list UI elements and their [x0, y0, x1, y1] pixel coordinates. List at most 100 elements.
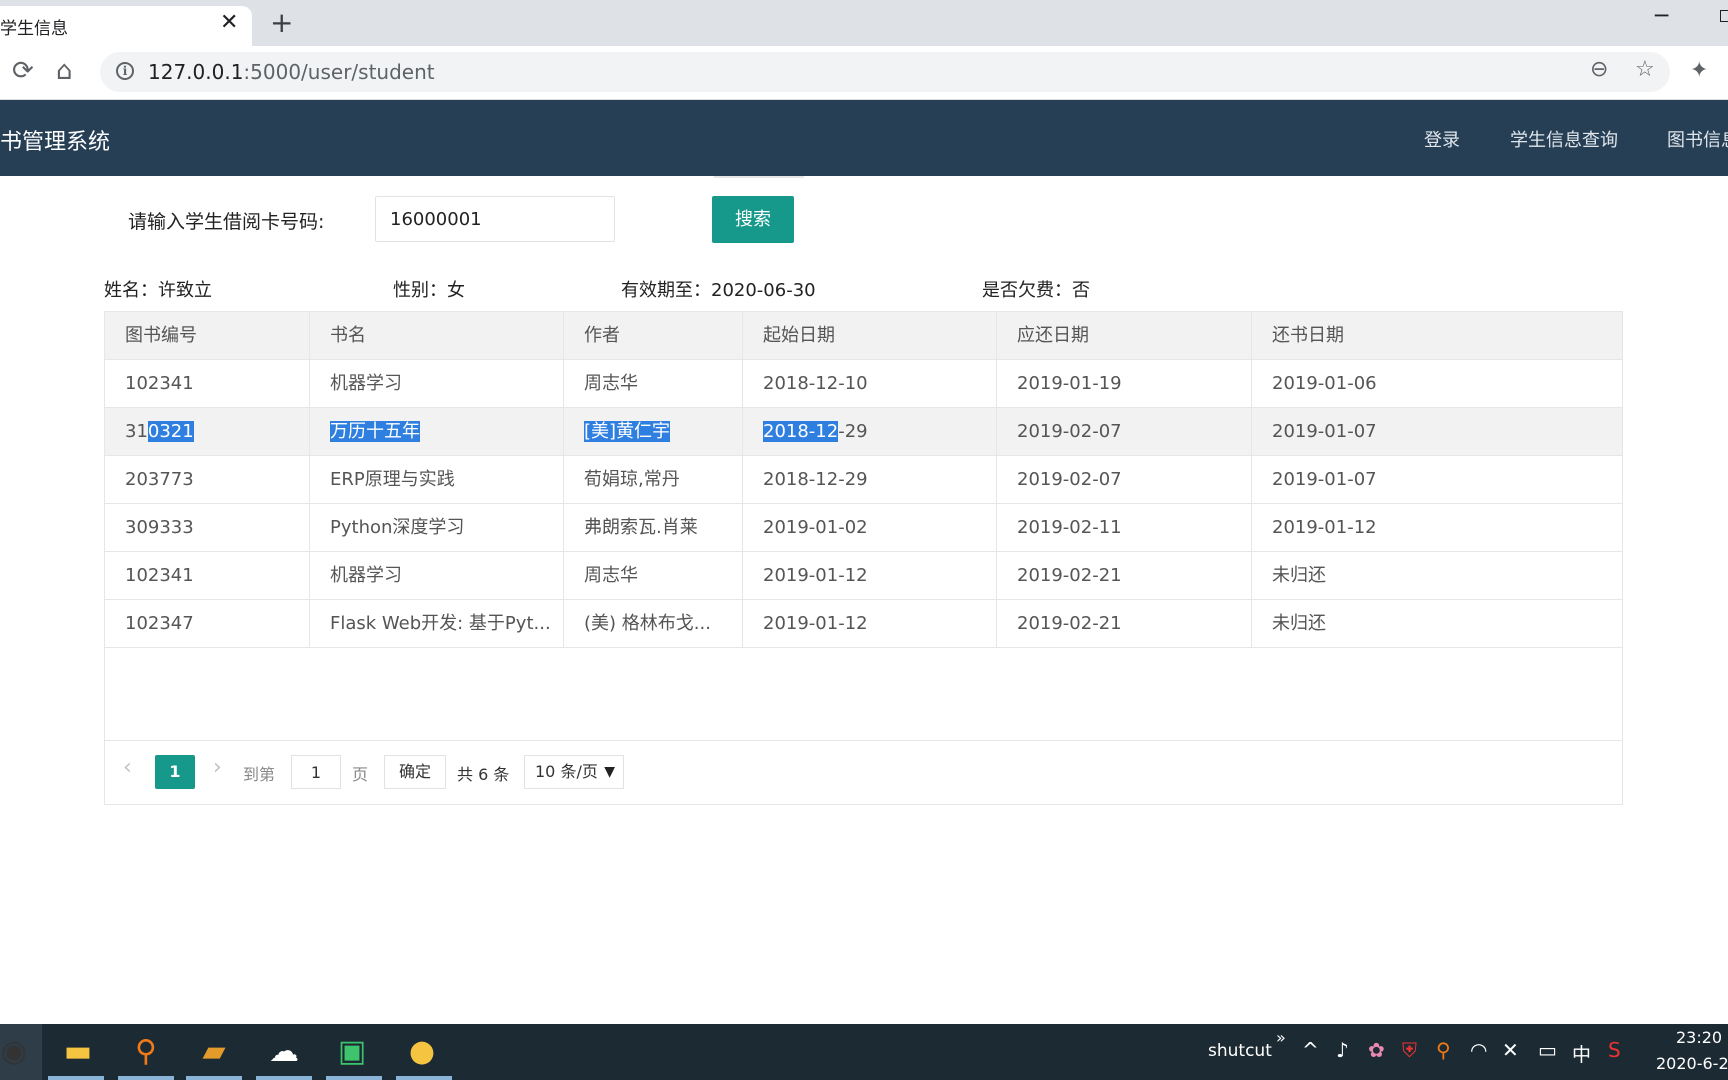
url-text[interactable]: 127.0.0.1:5000/user/student	[148, 60, 435, 84]
file-explorer-icon[interactable]: ▬	[56, 1030, 100, 1074]
messenger-icon[interactable]: ●	[400, 1030, 444, 1074]
borrow-table: 图书编号 书名 作者 起始日期 应还日期 还书日期 102341 机器学习 周志…	[104, 311, 1623, 805]
clock-date[interactable]: 2020-6-2	[1656, 1054, 1728, 1073]
app-brand[interactable]: 书管理系统	[0, 124, 110, 156]
student-name: 姓名：许致立	[104, 280, 212, 301]
ime-indicator[interactable]: 中	[1572, 1040, 1591, 1067]
text-selection: [美]黄仁宇	[584, 421, 671, 442]
prev-page-icon[interactable]: ‹	[123, 755, 132, 780]
cell-book-id: 102341	[105, 360, 310, 407]
zoom-icon[interactable]: ⊖	[1590, 57, 1608, 82]
cell-book-id: 102347	[105, 600, 310, 647]
wechat-icon[interactable]: ☁	[262, 1030, 306, 1074]
cell-start-date: 2019-01-12	[743, 552, 997, 599]
cell-due-date: 2019-02-07	[997, 408, 1252, 455]
table-row[interactable]: 102341 机器学习 周志华 2018-12-10 2019-01-19 20…	[105, 360, 1622, 408]
running-indicator	[186, 1076, 242, 1080]
cell-book-title: 机器学习	[310, 552, 564, 599]
cell-author: (美) 格林布戈...	[564, 600, 743, 647]
search-app-icon[interactable]: ⚲	[124, 1030, 168, 1074]
table-row[interactable]: 203773 ERP原理与实践 荀娟琼,常丹 2018-12-29 2019-0…	[105, 456, 1622, 504]
bookmark-star-icon[interactable]: ☆	[1635, 57, 1655, 82]
address-bar[interactable]: i 127.0.0.1:5000/user/student ⊖ ☆	[100, 52, 1670, 92]
table-row[interactable]: 309333 Python深度学习 弗朗索瓦.肖莱 2019-01-02 201…	[105, 504, 1622, 552]
cell-due-date: 2019-02-07	[997, 456, 1252, 503]
header-due-date[interactable]: 应还日期	[997, 312, 1252, 359]
cell-book-title: 万历十五年	[310, 408, 564, 455]
nav-item-student-query[interactable]: 学生信息查询	[1510, 126, 1618, 152]
battery-icon[interactable]: ▭	[1538, 1038, 1557, 1062]
cell-author: 荀娟琼,常丹	[564, 456, 743, 503]
tray-app-label[interactable]: shutcut	[1208, 1041, 1272, 1061]
cell-book-title: Flask Web开发: 基于Pyt...	[310, 600, 564, 647]
browser-tab[interactable]: 学生信息 ✕	[0, 6, 252, 46]
security-shield-icon[interactable]: ⛨	[1402, 1038, 1417, 1062]
cell-book-id: 309333	[105, 504, 310, 551]
cell-return-date: 2019-01-07	[1272, 469, 1377, 490]
chrome-icon: ◉	[0, 1034, 28, 1069]
text-selection: 0321	[147, 421, 194, 442]
browser-toolbar: ⟳ ⌂ i 127.0.0.1:5000/user/student ⊖ ☆ ✦	[0, 46, 1728, 100]
table-row-highlighted[interactable]: 310321 万历十五年 [美]黄仁宇 2018-12-29 2019-02-0…	[105, 408, 1622, 456]
page-size-select[interactable]: 10 条/页 ▼	[524, 755, 624, 789]
notebook-icon[interactable]: ▰	[192, 1030, 236, 1074]
home-icon[interactable]: ⌂	[56, 56, 73, 86]
cell-author: 弗朗索瓦.肖莱	[564, 504, 743, 551]
student-valid-until: 有效期至：2020-06-30	[621, 280, 816, 301]
chrome-taskbar-button[interactable]: ◉	[0, 1024, 42, 1080]
clock-time[interactable]: 23:20	[1676, 1028, 1722, 1047]
volume-muted-icon[interactable]: ✕	[1502, 1038, 1519, 1062]
chevron-down-icon: ▼	[604, 764, 615, 780]
cell-book-title: Python深度学习	[310, 504, 564, 551]
wifi-icon[interactable]: ◠	[1470, 1038, 1487, 1062]
page-1-button[interactable]: 1	[155, 755, 195, 789]
goto-confirm-button[interactable]: 确定	[384, 755, 446, 789]
cell-due-date: 2019-01-19	[997, 360, 1252, 407]
search-tray-icon[interactable]: ⚲	[1436, 1038, 1451, 1062]
nav-item-book-info[interactable]: 图书信息	[1667, 126, 1728, 152]
pagination: ‹ 1 › 到第 页 确定 共 6 条 10 条/页 ▼	[105, 740, 1622, 804]
cell-return-date: 2019-01-07	[1272, 421, 1377, 442]
restore-window-icon[interactable]	[1720, 10, 1728, 22]
header-book-id[interactable]: 图书编号	[105, 312, 310, 359]
new-tab-button[interactable]: +	[270, 6, 293, 39]
cell-author: 周志华	[564, 360, 743, 407]
reload-icon[interactable]: ⟳	[12, 56, 34, 86]
header-author[interactable]: 作者	[564, 312, 743, 359]
header-book-title[interactable]: 书名	[310, 312, 564, 359]
goto-label: 到第	[243, 765, 276, 784]
running-indicator	[326, 1076, 382, 1080]
cell-book-id: 203773	[105, 456, 310, 503]
text-selection: 万历十五年	[330, 421, 420, 442]
cell-book-title: ERP原理与实践	[310, 456, 564, 503]
nav-item-login[interactable]: 登录	[1424, 126, 1460, 152]
pycharm-icon[interactable]: ▣	[330, 1030, 374, 1074]
tab-title: 学生信息	[0, 19, 68, 39]
cell-due-date: 2019-02-21	[997, 552, 1252, 599]
cell-author: 周志华	[564, 552, 743, 599]
sogou-input-icon[interactable]: S	[1608, 1038, 1621, 1062]
card-number-label: 请输入学生借阅卡号码:	[128, 211, 325, 233]
flower-icon[interactable]: ✿	[1368, 1038, 1385, 1062]
site-info-icon[interactable]: i	[116, 62, 134, 80]
show-hidden-icons-icon[interactable]: ^	[1302, 1038, 1319, 1062]
cell-author: [美]黄仁宇	[564, 408, 743, 455]
search-button[interactable]: 搜索	[712, 196, 794, 243]
extensions-icon[interactable]: ✦	[1690, 58, 1708, 83]
tray-expand-icon[interactable]: »	[1276, 1028, 1286, 1047]
card-number-input[interactable]	[375, 196, 615, 242]
microphone-icon[interactable]: ♪	[1336, 1038, 1349, 1062]
running-indicator	[256, 1076, 312, 1080]
os-taskbar: ◉ ▬ ⚲ ▰ ☁ ▣ ● shutcut » ^ ♪ ✿ ⛨ ⚲ ◠ ✕ ▭ …	[0, 1024, 1728, 1080]
minimize-icon[interactable]: ─	[1655, 4, 1668, 29]
header-start-date[interactable]: 起始日期	[743, 312, 997, 359]
table-row[interactable]: 102347 Flask Web开发: 基于Pyt... (美) 格林布戈...…	[105, 600, 1622, 648]
cell-start-date: 2018-12-10	[743, 360, 997, 407]
next-page-icon[interactable]: ›	[213, 755, 222, 780]
header-return-date[interactable]: 还书日期	[1252, 312, 1622, 359]
student-arrears: 是否欠费：否	[982, 280, 1090, 301]
table-row[interactable]: 102341 机器学习 周志华 2019-01-12 2019-02-21 未归…	[105, 552, 1622, 600]
goto-page-input[interactable]	[291, 755, 341, 789]
close-tab-icon[interactable]: ✕	[220, 10, 238, 35]
running-indicator	[396, 1076, 452, 1080]
